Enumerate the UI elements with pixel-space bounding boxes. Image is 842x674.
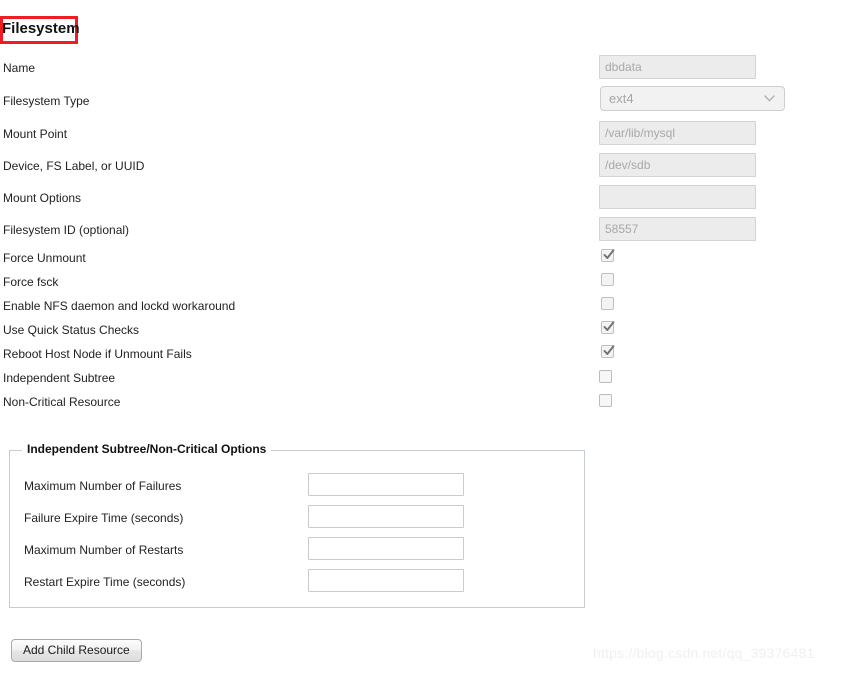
field-label-mount-options: Mount Options <box>3 191 82 205</box>
form-row-quick-status: Use Quick Status Checks <box>0 321 842 349</box>
filesystem-type-select[interactable]: ext4 <box>600 86 785 111</box>
field-label-failure-expire: Failure Expire Time (seconds) <box>24 511 184 525</box>
fieldset-row-max-restarts: Maximum Number of Restarts <box>0 537 576 569</box>
form-row-filesystem-type: Filesystem Type ext4 <box>0 86 842 120</box>
filesystem-id-input[interactable] <box>599 217 756 241</box>
fieldset-row-restart-expire: Restart Expire Time (seconds) <box>0 569 576 601</box>
form-row-nfs-workaround: Enable NFS daemon and lockd workaround <box>0 297 842 325</box>
force-unmount-checkbox[interactable] <box>601 249 615 262</box>
form-row-name: Name <box>0 55 842 87</box>
checkbox-label-independent-subtree: Independent Subtree <box>3 371 116 385</box>
device-input[interactable] <box>599 153 756 177</box>
field-label-device: Device, FS Label, or UUID <box>3 159 145 173</box>
checkmark-icon <box>603 321 615 331</box>
form-row-independent-subtree: Independent Subtree <box>0 370 842 397</box>
force-fsck-checkbox[interactable] <box>601 273 614 286</box>
chevron-down-icon <box>764 95 775 102</box>
nfs-workaround-checkbox[interactable] <box>601 297 614 310</box>
fieldset-legend: Independent Subtree/Non-Critical Options <box>22 442 272 456</box>
checkmark-icon <box>603 249 615 259</box>
failure-expire-time-input[interactable] <box>308 505 464 528</box>
watermark-text: https://blog.csdn.net/qq_39376481 <box>593 645 815 661</box>
form-row-filesystem-id: Filesystem ID (optional) <box>0 217 842 249</box>
field-label-max-failures: Maximum Number of Failures <box>24 479 182 493</box>
field-label-filesystem-id: Filesystem ID (optional) <box>3 223 130 237</box>
field-label-restart-expire: Restart Expire Time (seconds) <box>24 575 186 589</box>
field-label-filesystem-type: Filesystem Type <box>3 94 90 108</box>
page-title: Filesystem <box>2 20 80 37</box>
checkbox-label-quick-status: Use Quick Status Checks <box>3 323 140 337</box>
quick-status-checks-checkbox[interactable] <box>601 321 615 334</box>
checkbox-label-force-fsck: Force fsck <box>3 275 59 289</box>
add-child-resource-button[interactable]: Add Child Resource <box>11 639 142 662</box>
form-row-reboot-host: Reboot Host Node if Unmount Fails <box>0 345 842 373</box>
form-row-non-critical-resource: Non-Critical Resource <box>0 394 842 421</box>
fieldset-row-max-failures: Maximum Number of Failures <box>0 473 576 505</box>
reboot-host-node-checkbox[interactable] <box>601 345 615 358</box>
non-critical-resource-checkbox[interactable] <box>599 394 612 407</box>
max-failures-input[interactable] <box>308 473 464 496</box>
field-label-name: Name <box>3 61 36 75</box>
max-restarts-input[interactable] <box>308 537 464 560</box>
fieldset-row-failure-expire: Failure Expire Time (seconds) <box>0 505 576 537</box>
name-input[interactable] <box>599 55 756 79</box>
field-label-mount-point: Mount Point <box>3 127 68 141</box>
mount-point-input[interactable] <box>599 121 756 145</box>
form-row-force-fsck: Force fsck <box>0 273 842 301</box>
filesystem-type-selected-value: ext4 <box>609 91 634 106</box>
checkbox-label-nfs-workaround: Enable NFS daemon and lockd workaround <box>3 299 236 313</box>
form-row-force-unmount: Force Unmount <box>0 249 842 277</box>
mount-options-input[interactable] <box>599 185 756 209</box>
checkbox-label-non-critical-resource: Non-Critical Resource <box>3 395 121 409</box>
form-row-mount-options: Mount Options <box>0 185 842 217</box>
checkbox-label-reboot-host: Reboot Host Node if Unmount Fails <box>3 347 192 361</box>
restart-expire-time-input[interactable] <box>308 569 464 592</box>
form-row-device: Device, FS Label, or UUID <box>0 153 842 185</box>
independent-subtree-checkbox[interactable] <box>599 370 612 383</box>
checkbox-label-force-unmount: Force Unmount <box>3 251 86 265</box>
form-row-mount-point: Mount Point <box>0 121 842 153</box>
checkmark-icon <box>603 345 615 355</box>
field-label-max-restarts: Maximum Number of Restarts <box>24 543 184 557</box>
